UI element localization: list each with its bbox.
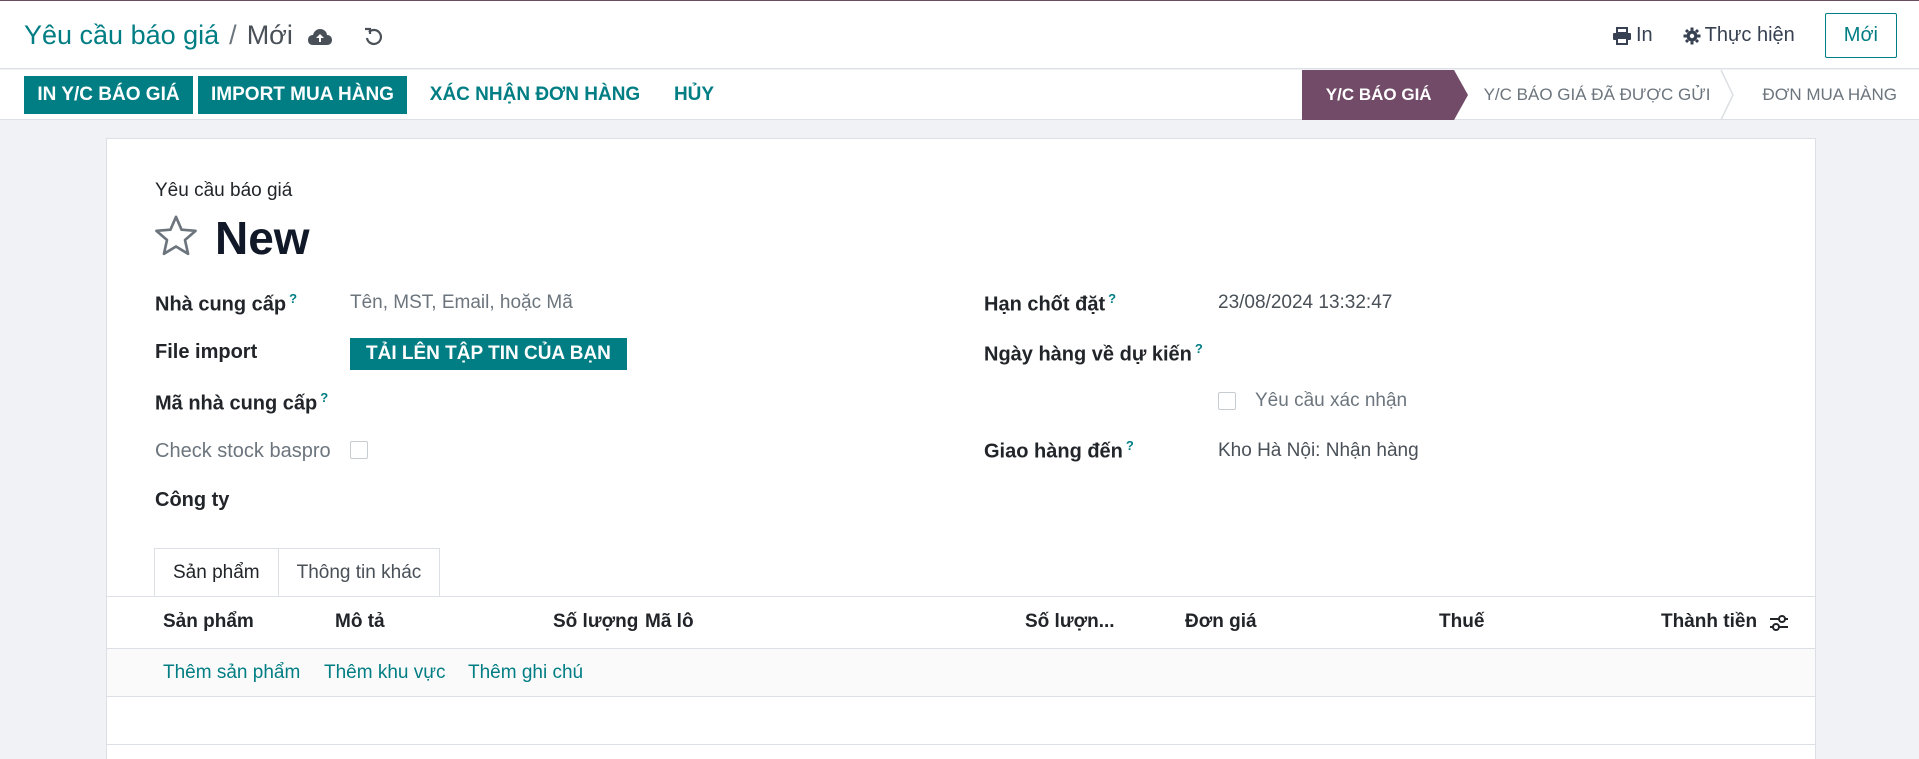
help-tooltip-icon[interactable]: ? — [1195, 341, 1203, 356]
optional-columns-icon[interactable] — [1769, 614, 1789, 637]
add-section-link[interactable]: Thêm khu vực — [324, 662, 445, 684]
column-header-lot[interactable]: Mã lô — [645, 611, 694, 633]
stage-rfq-label: Y/C BÁO GIÁ — [1325, 85, 1432, 104]
upload-file-button[interactable]: TẢI LÊN TẬP TIN CỦA BẠN — [350, 338, 627, 370]
column-header-quantity-received[interactable]: Số lượn... — [1025, 611, 1115, 633]
deadline-value[interactable]: 23/08/2024 13:32:47 — [1218, 292, 1392, 314]
stage-purchase-order[interactable]: ĐƠN MUA HÀNG — [1732, 70, 1919, 120]
column-header-quantity[interactable]: Số lượng — [553, 611, 638, 633]
print-rfq-button[interactable]: IN Y/C BÁO GIÁ — [24, 76, 193, 114]
gear-icon — [1683, 27, 1701, 44]
import-purchase-button[interactable]: IMPORT MUA HÀNG — [198, 76, 407, 114]
expected-arrival-label: Ngày hàng về dự kiến? — [984, 341, 1203, 367]
file-import-label: File import — [155, 341, 258, 363]
column-header-description[interactable]: Mô tả — [335, 611, 385, 633]
breadcrumb: Yêu cầu báo giá / Mới — [24, 20, 293, 51]
star-icon[interactable] — [153, 214, 199, 263]
notebook-tabs: Sản phẩm Thông tin khác — [154, 548, 441, 597]
breadcrumb-current: Mới — [246, 20, 293, 50]
column-header-subtotal[interactable]: Thành tiền — [1661, 611, 1757, 633]
form-subtitle: Yêu cầu báo giá — [155, 180, 293, 201]
action-label: Thực hiện — [1704, 24, 1795, 46]
control-panel: Yêu cầu báo giá / Mới In Thực hiện Mới — [0, 1, 1919, 69]
stage-rfq-sent[interactable]: Y/C BÁO GIÁ ĐÃ ĐƯỢC GỬI — [1454, 70, 1735, 120]
breadcrumb-separator: / — [229, 20, 237, 50]
table-header: Sản phẩm Mô tả Số lượng Mã lô Số lượn...… — [107, 597, 1815, 649]
empty-table-row — [107, 697, 1815, 745]
check-stock-checkbox[interactable] — [350, 441, 368, 459]
undo-icon[interactable] — [360, 23, 388, 51]
add-note-link[interactable]: Thêm ghi chú — [468, 662, 583, 684]
form-sheet: Yêu cầu báo giá New Nhà cung cấp? Tên, M… — [106, 138, 1816, 759]
action-menu-button[interactable]: Thực hiện — [1683, 24, 1795, 47]
stage-pipeline: Y/C BÁO GIÁ Y/C BÁO GIÁ ĐÃ ĐƯỢC GỬI ĐƠN … — [1301, 70, 1919, 120]
cloud-upload-icon[interactable] — [306, 23, 334, 51]
breadcrumb-parent-link[interactable]: Yêu cầu báo giá — [24, 20, 219, 51]
help-tooltip-icon[interactable]: ? — [1108, 291, 1116, 306]
deliver-to-label: Giao hàng đến? — [984, 438, 1134, 464]
new-button[interactable]: Mới — [1824, 13, 1897, 58]
vendor-label: Nhà cung cấp? — [155, 291, 297, 317]
print-button[interactable]: In — [1612, 24, 1653, 47]
vendor-code-label: Mã nhà cung cấp? — [155, 390, 328, 416]
column-header-product[interactable]: Sản phẩm — [163, 611, 254, 633]
record-title: New — [215, 212, 310, 264]
ask-confirmation-label: Yêu cầu xác nhận — [1255, 390, 1408, 411]
stage-arrow — [1453, 70, 1468, 120]
printer-icon — [1612, 26, 1631, 45]
expected-arrival-label-text: Ngày hàng về dự kiến — [984, 343, 1192, 366]
order-lines-table: Sản phẩm Mô tả Số lượng Mã lô Số lượn...… — [107, 596, 1815, 745]
deliver-to-value[interactable]: Kho Hà Nội: Nhận hàng — [1218, 440, 1419, 462]
tab-products[interactable]: Sản phẩm — [154, 548, 279, 597]
vendor-input[interactable]: Tên, MST, Email, hoặc Mã — [350, 292, 573, 314]
vendor-code-label-text: Mã nhà cung cấp — [155, 392, 318, 415]
status-bar: IN Y/C BÁO GIÁ IMPORT MUA HÀNG XÁC NHẬN … — [0, 70, 1919, 120]
deliver-to-label-text: Giao hàng đến — [984, 440, 1123, 463]
stage-rfq[interactable]: Y/C BÁO GIÁ — [1301, 70, 1468, 120]
cancel-button[interactable]: HỦY — [664, 76, 724, 114]
deadline-label: Hạn chốt đặt? — [984, 291, 1116, 317]
confirm-order-button[interactable]: XÁC NHẬN ĐƠN HÀNG — [420, 76, 650, 114]
check-stock-label: Check stock baspro — [155, 440, 331, 462]
deadline-label-text: Hạn chốt đặt — [984, 293, 1106, 316]
help-tooltip-icon[interactable]: ? — [320, 390, 328, 405]
stage-purchase-order-label: ĐƠN MUA HÀNG — [1762, 85, 1897, 104]
column-header-tax[interactable]: Thuế — [1439, 611, 1484, 633]
add-line-row: Thêm sản phẩm Thêm khu vực Thêm ghi chú — [107, 649, 1815, 697]
vendor-label-text: Nhà cung cấp — [155, 293, 287, 316]
stage-rfq-sent-label: Y/C BÁO GIÁ ĐÃ ĐƯỢC GỬI — [1483, 85, 1711, 104]
add-product-link[interactable]: Thêm sản phẩm — [163, 662, 300, 684]
company-label: Công ty — [155, 489, 230, 511]
print-label: In — [1635, 24, 1653, 46]
ask-confirmation-checkbox[interactable] — [1218, 392, 1236, 410]
column-header-unit-price[interactable]: Đơn giá — [1185, 611, 1257, 633]
help-tooltip-icon[interactable]: ? — [1126, 438, 1134, 453]
tab-other-info[interactable]: Thông tin khác — [277, 548, 441, 597]
help-tooltip-icon[interactable]: ? — [289, 291, 297, 306]
